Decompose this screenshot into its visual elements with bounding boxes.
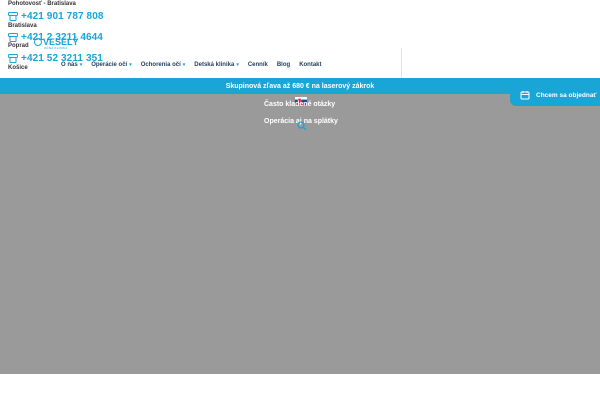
site-logo[interactable]: VESELÝ [34,37,79,47]
chevron-down-icon: ▾ [79,62,83,68]
calendar-icon [520,91,530,100]
main-nav: O nás ▾ Operácie očí ▾ Ochorenia očí ▾ Dets… [61,62,331,68]
nav-item-pricing[interactable]: Cenník [248,62,268,68]
nav-item-eye-surgery[interactable]: Operácie očí ▾ [91,62,132,68]
menu-overlay[interactable] [0,94,600,374]
nav-item-label: Cenník [247,62,268,68]
phone-icon [8,54,18,63]
site-header: Pohotovosť - Bratislava +421 901 787 808… [0,0,600,79]
phone-number[interactable]: +421 901 787 808 [21,11,104,22]
nav-item-label: Blog [276,62,291,68]
contact-city-poprad: Poprad [8,43,29,49]
nav-item-blog[interactable]: Blog [277,62,290,68]
contact-city-bratislava: Bratislava [8,23,37,29]
phone-icon [8,33,18,42]
nav-item-children-clinic[interactable]: Detská klinika ▾ [194,62,239,68]
nav-item-about[interactable]: O nás ▾ [61,62,82,68]
nav-item-label: Ochorenia očí [140,62,181,68]
chevron-down-icon: ▾ [129,62,132,68]
contact-phone-row[interactable]: +421 901 787 808 [8,11,104,22]
phone-icon [8,12,18,21]
nav-item-contact[interactable]: Kontakt [299,62,321,68]
nav-item-label: Kontakt [299,62,322,68]
promo-banner-text: Skupinová zľava až 680 € na laserový zák… [225,82,375,90]
chevron-down-icon: ▾ [182,62,186,68]
search-icon[interactable] [297,121,307,131]
contact-city-kosice: Košice [8,65,28,71]
faq-link[interactable]: Často kladené otázky [264,101,335,108]
nav-item-eye-diseases[interactable]: Ochorenia očí ▾ [141,62,186,68]
header-divider [401,48,402,78]
book-appointment-button[interactable]: Chcem sa objednať [510,84,600,106]
chevron-down-icon: ▾ [236,62,239,68]
nav-item-label: O nás [61,62,78,68]
contact-city-emergency: Pohotovosť - Bratislava [8,1,76,7]
logo-eye-icon [34,38,42,46]
logo-name: VESELÝ [43,37,79,47]
book-appointment-label: Chcem sa objednať [536,91,597,99]
nav-item-label: Detská klinika [194,62,235,68]
nav-item-label: Operácie očí [91,62,128,68]
logo-subtitle: OČNÁ KLINIKA [44,46,68,50]
